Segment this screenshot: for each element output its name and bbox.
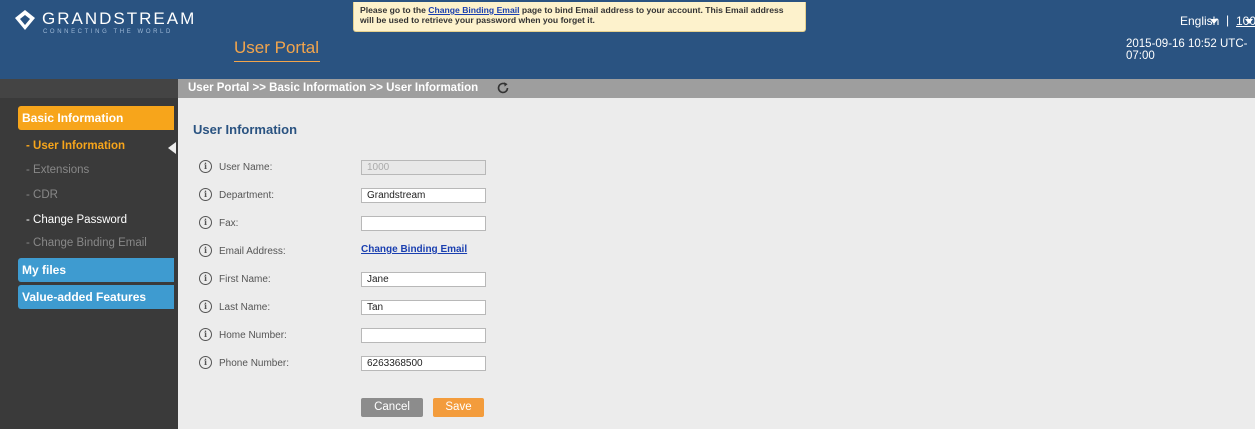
first-name-label: First Name: [219, 274, 271, 285]
save-button[interactable]: Save [433, 398, 484, 417]
info-icon[interactable]: i [199, 356, 212, 369]
brand-name: GRANDSTREAM [42, 9, 197, 28]
user-name-label: User Name: [219, 162, 273, 173]
info-icon[interactable]: i [199, 216, 212, 229]
sidebar-item-change-binding-email[interactable]: - Change Binding Email [26, 237, 147, 249]
page-title: User Information [193, 122, 298, 137]
info-icon[interactable]: i [199, 160, 212, 173]
breadcrumb-bar: User Portal >> Basic Information >> User… [178, 79, 1255, 98]
info-icon[interactable]: i [199, 300, 212, 313]
binding-email-notice: Please go to the Change Binding Email pa… [353, 2, 806, 32]
fax-field[interactable] [361, 216, 486, 231]
grandstream-logo: GRANDSTREAM CONNECTING THE WORLD [14, 9, 194, 39]
notice-prefix: Please go to the [360, 5, 426, 15]
cancel-button[interactable]: Cancel [361, 398, 423, 417]
user-menu-chevron-down-icon[interactable] [1245, 19, 1253, 24]
sidebar-category-my-files[interactable]: My files [18, 258, 174, 282]
sidebar-item-extensions[interactable]: - Extensions [26, 164, 89, 176]
user-name-field [361, 160, 486, 175]
first-name-field[interactable] [361, 272, 486, 287]
sidebar-item-user-information[interactable]: - User Information [26, 140, 125, 152]
sidebar-category-basic-information[interactable]: Basic Information [18, 106, 174, 130]
notice-change-binding-email-link[interactable]: Change Binding Email [428, 5, 519, 15]
breadcrumb: User Portal >> Basic Information >> User… [188, 82, 479, 94]
active-item-pointer [168, 142, 176, 154]
sidebar-item-label: User Information [33, 140, 126, 152]
department-label: Department: [219, 190, 275, 201]
top-header: GRANDSTREAM CONNECTING THE WORLD User Po… [0, 0, 1255, 79]
brand-tagline: CONNECTING THE WORLD [43, 29, 173, 35]
refresh-icon[interactable] [496, 81, 510, 95]
sidebar-item-cdr[interactable]: - CDR [26, 189, 58, 201]
portal-title-underline [234, 61, 320, 62]
phone-number-field[interactable] [361, 356, 486, 371]
last-name-label: Last Name: [219, 302, 271, 313]
home-number-label: Home Number: [219, 330, 287, 341]
sidebar-category-value-added-features[interactable]: Value-added Features [18, 285, 174, 309]
current-datetime: 2015-09-16 10:52 UTC-07:00 [1126, 38, 1248, 62]
portal-title: User Portal [234, 38, 320, 57]
sidebar-item-label: Change Binding Email [33, 237, 147, 249]
fax-label: Fax: [219, 218, 239, 229]
sidebar-item-label: Extensions [33, 164, 90, 176]
header-separator: | [1226, 13, 1230, 27]
change-binding-email-link[interactable]: Change Binding Email [361, 244, 467, 255]
grandstream-logo-icon [15, 10, 35, 30]
info-icon[interactable]: i [199, 272, 212, 285]
sidebar-item-change-password[interactable]: - Change Password [26, 214, 127, 226]
phone-number-label: Phone Number: [219, 358, 290, 369]
last-name-field[interactable] [361, 300, 486, 315]
info-icon[interactable]: i [199, 188, 212, 201]
email-address-label: Email Address: [219, 246, 286, 257]
sidebar-item-label: CDR [33, 189, 58, 201]
home-number-field[interactable] [361, 328, 486, 343]
info-icon[interactable]: i [199, 328, 212, 341]
department-field[interactable] [361, 188, 486, 203]
language-chevron-down-icon[interactable] [1210, 19, 1218, 24]
sidebar-top-strip [0, 79, 178, 98]
sidebar-item-label: Change Password [33, 214, 128, 226]
info-icon[interactable]: i [199, 244, 212, 257]
sidebar: Basic Information - User Information - E… [0, 79, 178, 429]
